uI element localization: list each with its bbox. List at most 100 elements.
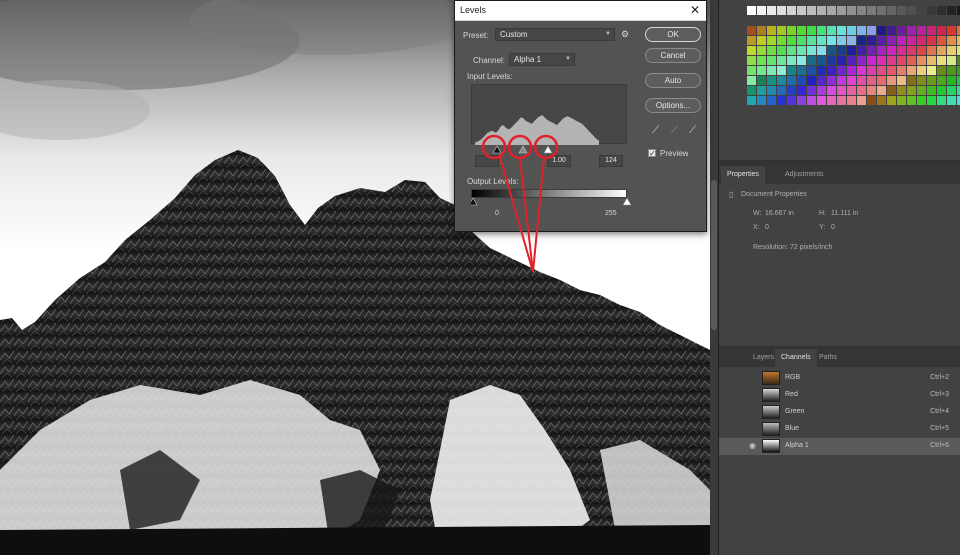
color-swatch[interactable] [757, 86, 766, 95]
color-swatch[interactable] [797, 6, 806, 15]
midtone-slider[interactable] [518, 145, 528, 154]
color-swatch[interactable] [867, 6, 876, 15]
color-swatch[interactable] [837, 56, 846, 65]
color-swatch[interactable] [777, 86, 786, 95]
color-swatch[interactable] [947, 76, 956, 85]
color-swatch[interactable] [777, 96, 786, 105]
color-swatch[interactable] [827, 86, 836, 95]
color-swatch[interactable] [937, 86, 946, 95]
color-swatch[interactable] [817, 26, 826, 35]
color-swatch[interactable] [937, 6, 946, 15]
color-swatch[interactable] [947, 26, 956, 35]
color-swatch[interactable] [907, 6, 916, 15]
color-swatch[interactable] [817, 96, 826, 105]
ok-button[interactable]: OK [645, 27, 701, 42]
color-swatch[interactable] [757, 26, 766, 35]
color-swatch[interactable] [787, 96, 796, 105]
color-swatch[interactable] [837, 6, 846, 15]
color-swatch[interactable] [887, 76, 896, 85]
color-swatch[interactable] [917, 66, 926, 75]
auto-button[interactable]: Auto [645, 73, 701, 88]
color-swatch[interactable] [757, 6, 766, 15]
color-swatch[interactable] [877, 76, 886, 85]
visibility-eye-icon[interactable] [749, 374, 757, 382]
color-swatch[interactable] [917, 76, 926, 85]
color-swatch[interactable] [937, 36, 946, 45]
color-swatch[interactable] [747, 96, 756, 105]
color-swatch[interactable] [757, 76, 766, 85]
color-swatch[interactable] [937, 66, 946, 75]
color-swatch[interactable] [917, 6, 926, 15]
height-value[interactable]: 11.111 in [831, 210, 858, 217]
color-swatch[interactable] [817, 76, 826, 85]
color-swatch[interactable] [897, 76, 906, 85]
input-black-field[interactable] [475, 155, 499, 167]
color-swatch[interactable] [817, 66, 826, 75]
color-swatch[interactable] [767, 56, 776, 65]
color-swatch[interactable] [847, 26, 856, 35]
color-swatch[interactable] [897, 46, 906, 55]
color-swatch[interactable] [807, 96, 816, 105]
black-eyedropper-icon[interactable]: ⟋ [652, 125, 659, 136]
color-swatch[interactable] [897, 36, 906, 45]
color-swatch[interactable] [857, 76, 866, 85]
color-swatch[interactable] [747, 46, 756, 55]
color-swatch[interactable] [747, 36, 756, 45]
levels-titlebar[interactable]: Levels ✕ [455, 1, 706, 21]
tab-paths[interactable]: Paths [813, 349, 843, 367]
tab-adjustments[interactable]: Adjustments [779, 166, 830, 184]
output-white-slider[interactable] [622, 197, 631, 206]
color-swatch[interactable] [847, 96, 856, 105]
output-black-slider[interactable] [471, 197, 478, 206]
color-swatch[interactable] [927, 66, 936, 75]
color-swatch[interactable] [887, 96, 896, 105]
color-swatch[interactable] [857, 46, 866, 55]
preview-checkbox[interactable]: ✓ [648, 149, 656, 158]
input-white-field[interactable]: 124 [599, 155, 623, 167]
color-swatch[interactable] [807, 86, 816, 95]
color-swatch[interactable] [807, 36, 816, 45]
color-swatch[interactable] [867, 46, 876, 55]
y-value[interactable]: 0 [831, 224, 835, 231]
color-swatch[interactable] [907, 96, 916, 105]
color-swatch[interactable] [817, 56, 826, 65]
color-swatch[interactable] [847, 76, 856, 85]
color-swatch[interactable] [907, 86, 916, 95]
color-swatch[interactable] [747, 26, 756, 35]
options-button[interactable]: Options... [645, 98, 701, 113]
color-swatch[interactable] [807, 6, 816, 15]
color-swatch[interactable] [897, 6, 906, 15]
color-swatch[interactable] [777, 66, 786, 75]
color-swatch[interactable] [827, 56, 836, 65]
color-swatch[interactable] [787, 6, 796, 15]
scrollbar-thumb[interactable] [711, 180, 717, 330]
color-swatch[interactable] [887, 56, 896, 65]
output-white-value[interactable]: 255 [605, 210, 617, 217]
channel-row-rgb[interactable]: RGB Ctrl+2 [719, 370, 960, 387]
color-swatch[interactable] [907, 26, 916, 35]
color-swatch[interactable] [797, 66, 806, 75]
color-swatch[interactable] [767, 26, 776, 35]
tab-properties[interactable]: Properties [721, 166, 765, 184]
color-swatch[interactable] [767, 46, 776, 55]
color-swatch[interactable] [887, 26, 896, 35]
color-swatch[interactable] [947, 36, 956, 45]
color-swatch[interactable] [807, 66, 816, 75]
color-swatch[interactable] [847, 86, 856, 95]
color-swatch[interactable] [747, 6, 756, 15]
color-swatch[interactable] [937, 96, 946, 105]
tab-channels[interactable]: Channels [775, 349, 817, 367]
color-swatch[interactable] [917, 96, 926, 105]
color-swatch[interactable] [797, 86, 806, 95]
color-swatch[interactable] [877, 66, 886, 75]
color-swatch[interactable] [877, 36, 886, 45]
channel-row-blue[interactable]: Blue Ctrl+5 [719, 421, 960, 438]
color-swatch[interactable] [787, 46, 796, 55]
color-swatch[interactable] [747, 56, 756, 65]
color-swatch[interactable] [937, 56, 946, 65]
color-swatch[interactable] [877, 96, 886, 105]
color-swatch[interactable] [777, 6, 786, 15]
color-swatch[interactable] [877, 46, 886, 55]
color-swatch[interactable] [747, 66, 756, 75]
input-midtone-field[interactable]: 1.00 [547, 155, 571, 167]
